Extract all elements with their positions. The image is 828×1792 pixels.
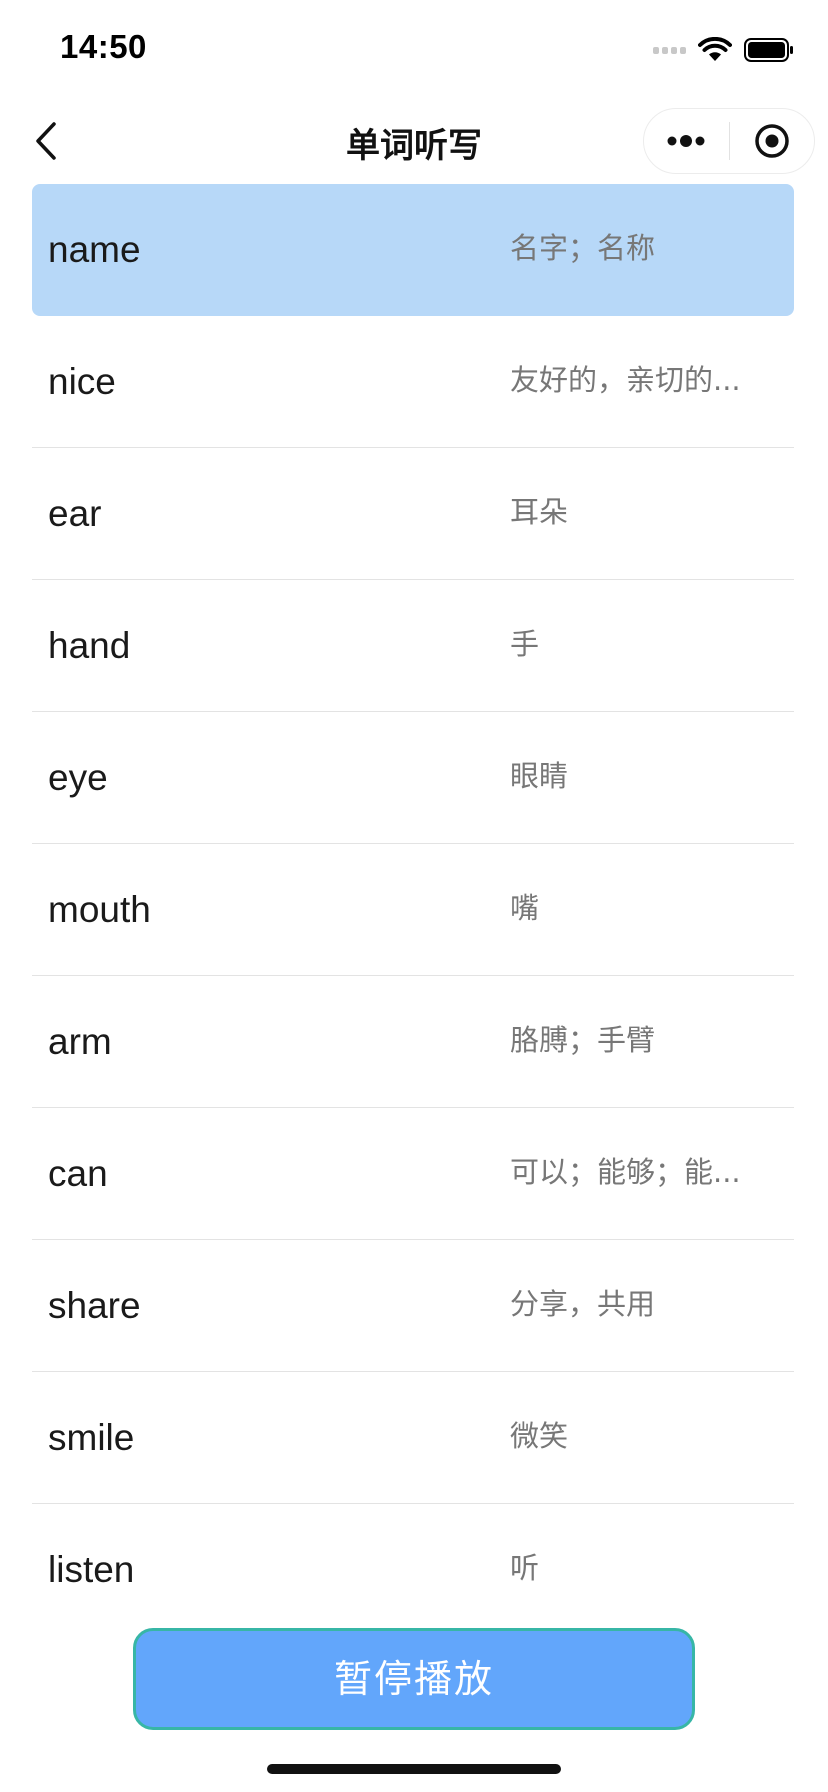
word-row[interactable]: name 名字；名称 — [32, 184, 794, 316]
word-row[interactable]: arm 胳膊；手臂 — [32, 976, 794, 1108]
status-icons — [653, 34, 794, 66]
pause-playback-button[interactable]: 暂停播放 — [133, 1628, 695, 1730]
word-list[interactable]: name 名字；名称 nice 友好的，亲切的... ear 耳朵 hand 手 eye 眼睛 mo… — [32, 184, 794, 1614]
signal-icon — [653, 46, 686, 54]
word-text: can — [48, 1153, 108, 1194]
navigation-bar: 单词听写 — [0, 100, 828, 182]
word-meaning: 听 — [510, 1551, 540, 1585]
target-circle-icon — [755, 124, 789, 158]
word-row[interactable]: eye 眼睛 — [32, 712, 794, 844]
word-meaning: 微笑 — [510, 1419, 569, 1453]
word-text: arm — [48, 1021, 112, 1062]
word-text: smile — [48, 1417, 135, 1458]
word-row[interactable]: nice 友好的，亲切的... — [32, 316, 794, 448]
home-indicator — [267, 1764, 561, 1774]
word-meaning: 胳膊；手臂 — [510, 1023, 656, 1057]
more-button[interactable] — [644, 109, 729, 173]
word-row[interactable]: listen 听 — [32, 1504, 794, 1614]
word-meaning: 名字；名称 — [510, 231, 656, 265]
word-meaning: 嘴 — [510, 891, 540, 925]
status-bar: 14:50 — [0, 0, 828, 100]
word-text: share — [48, 1285, 141, 1326]
more-dots-icon — [667, 135, 705, 147]
word-meaning: 可以；能够；能... — [510, 1155, 741, 1189]
word-row[interactable]: ear 耳朵 — [32, 448, 794, 580]
wifi-icon — [698, 37, 732, 61]
word-text: nice — [48, 361, 116, 402]
battery-icon — [744, 38, 793, 62]
word-row[interactable]: hand 手 — [32, 580, 794, 712]
word-meaning: 眼睛 — [510, 759, 569, 793]
word-meaning: 友好的，亲切的... — [510, 363, 741, 397]
word-row[interactable]: can 可以；能够；能... — [32, 1108, 794, 1240]
word-text: ear — [48, 493, 102, 534]
word-meaning: 手 — [510, 627, 540, 661]
word-dictation-screen: 14:50 单词听写 name 名字；名称 nice 友好的，亲切的... ea… — [0, 0, 828, 1792]
word-text: mouth — [48, 889, 151, 930]
word-row[interactable]: mouth 嘴 — [32, 844, 794, 976]
word-text: name — [48, 229, 141, 270]
word-text: eye — [48, 757, 108, 798]
status-time: 14:50 — [60, 28, 147, 65]
close-miniprogram-button[interactable] — [730, 109, 815, 173]
mini-program-capsule — [643, 108, 815, 174]
word-row[interactable]: share 分享，共用 — [32, 1240, 794, 1372]
word-meaning: 耳朵 — [510, 495, 569, 529]
word-meaning: 分享，共用 — [510, 1287, 656, 1321]
word-row[interactable]: smile 微笑 — [32, 1372, 794, 1504]
word-text: hand — [48, 625, 131, 666]
word-text: listen — [48, 1549, 135, 1590]
